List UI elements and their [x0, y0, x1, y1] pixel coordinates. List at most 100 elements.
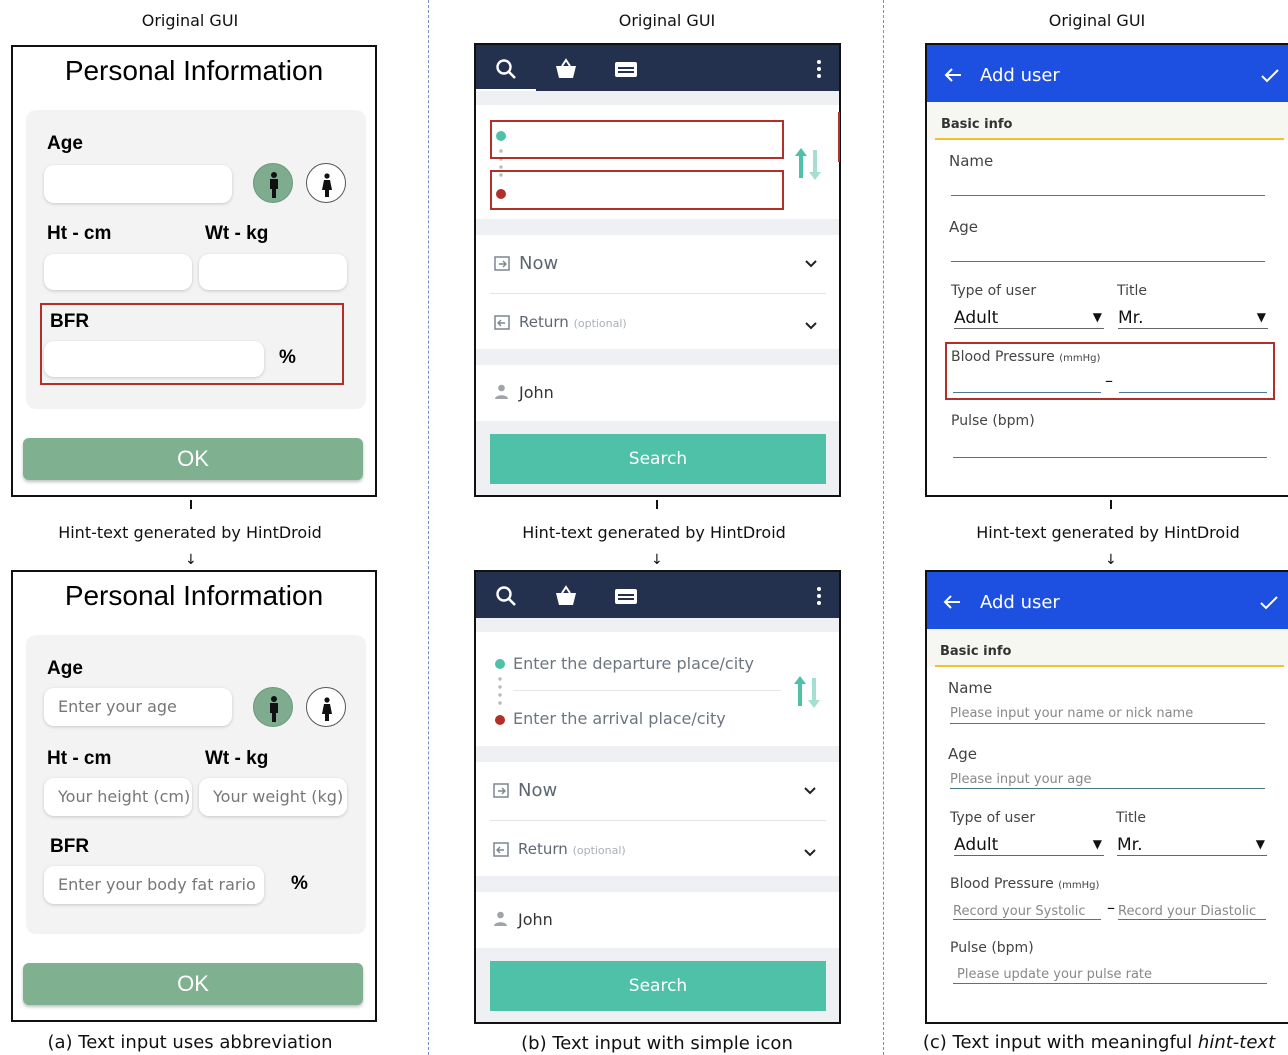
age-input[interactable] — [951, 261, 1265, 262]
diastolic-input[interactable]: Record your Diastolic — [1118, 904, 1256, 919]
bfr-input[interactable]: Enter your body fat rario — [44, 866, 264, 904]
panel-c-hinted: Add user Basic info Name Please input yo… — [925, 570, 1288, 1024]
bfr-input[interactable] — [44, 341, 264, 377]
arrival-input[interactable]: Enter the arrival place/city — [513, 709, 783, 728]
arrival-input[interactable] — [490, 170, 784, 210]
basket-icon[interactable] — [554, 58, 578, 80]
arrow-down-icon: ↓ — [1105, 552, 1117, 568]
departure-input[interactable]: Enter the departure place/city — [513, 654, 783, 673]
chevron-down-icon[interactable] — [803, 786, 817, 796]
systolic-input[interactable] — [953, 392, 1101, 393]
title-value: Mr. — [1118, 308, 1144, 328]
connector-line-c — [1110, 500, 1112, 509]
swap-icon[interactable] — [793, 146, 823, 182]
type-value: Adult — [954, 308, 999, 328]
name-input[interactable] — [951, 195, 1265, 196]
pulse-input[interactable]: Please update your pulse rate — [957, 967, 1152, 982]
male-button[interactable] — [253, 687, 293, 727]
return-label[interactable]: Return (optional) — [519, 313, 627, 331]
height-label: Ht - cm — [47, 748, 112, 769]
name-input[interactable]: Please input your name or nick name — [950, 706, 1193, 721]
age-input[interactable]: Please input your age — [950, 772, 1091, 787]
chevron-down-icon[interactable] — [803, 848, 817, 858]
panel-c-original: Add user Basic info Name Age Type of use… — [925, 43, 1288, 497]
systolic-input[interactable]: Record your Systolic — [953, 904, 1086, 919]
section-accent — [935, 665, 1284, 667]
age-underline — [950, 788, 1265, 789]
back-arrow-icon[interactable] — [943, 594, 961, 610]
weight-input[interactable] — [199, 254, 347, 290]
departure-input[interactable] — [490, 120, 784, 159]
check-icon[interactable] — [1260, 596, 1278, 610]
active-tab-indicator — [476, 89, 536, 91]
highlight-edge — [838, 112, 840, 162]
date-label[interactable]: Now — [519, 253, 558, 274]
ok-button[interactable]: OK — [23, 963, 363, 1005]
title-value: Mr. — [1117, 835, 1143, 855]
weight-label: Wt - kg — [205, 223, 269, 244]
search-button[interactable]: Search — [490, 961, 826, 1011]
caption-a: (a) Text input uses abbreviation — [47, 1032, 333, 1053]
calendar-return-icon — [493, 842, 509, 857]
title-select[interactable]: Mr. ▼ — [1118, 308, 1268, 329]
type-select[interactable]: Adult ▼ — [954, 835, 1104, 856]
type-value: Adult — [954, 835, 999, 855]
dropdown-icon: ▼ — [1256, 310, 1266, 324]
search-icon[interactable] — [494, 584, 518, 608]
male-button[interactable] — [253, 163, 293, 203]
return-text: Return — [518, 840, 568, 858]
app-bar-title: Add user — [980, 65, 1060, 86]
calendar-return-icon — [494, 315, 510, 330]
age-input[interactable] — [44, 165, 232, 203]
type-label: Type of user — [950, 810, 1036, 826]
diastolic-input[interactable] — [1119, 392, 1267, 393]
optional-text: (optional) — [572, 844, 626, 857]
app-bar: Add user — [927, 572, 1288, 629]
type-select[interactable]: Adult ▼ — [954, 308, 1104, 329]
more-vert-icon[interactable] — [816, 586, 822, 606]
basket-icon[interactable] — [554, 585, 578, 607]
height-input[interactable] — [44, 254, 192, 290]
departure-dot — [495, 659, 505, 669]
pulse-label: Pulse (bpm) — [951, 413, 1035, 429]
systolic-underline — [953, 919, 1101, 920]
arrow-down-icon: ↓ — [185, 552, 197, 568]
column-separator-2 — [883, 0, 884, 1055]
return-label[interactable]: Return (optional) — [518, 840, 626, 858]
return-text: Return — [519, 313, 569, 331]
weight-input[interactable]: Your weight (kg) — [199, 778, 347, 816]
passenger-name[interactable]: John — [518, 910, 553, 929]
back-arrow-icon[interactable] — [944, 67, 962, 83]
height-input[interactable]: Your height (cm) — [44, 778, 192, 816]
person-icon — [495, 384, 508, 399]
chevron-down-icon[interactable] — [804, 259, 818, 269]
search-icon[interactable] — [494, 57, 518, 81]
route-card — [476, 632, 839, 746]
bp-unit: (mmHg) — [1059, 353, 1101, 364]
passenger-name[interactable]: John — [519, 383, 554, 402]
check-icon[interactable] — [1261, 69, 1279, 83]
ticket-icon[interactable] — [614, 59, 638, 79]
age-input[interactable]: Enter your age — [44, 688, 232, 726]
chevron-down-icon[interactable] — [804, 321, 818, 331]
pulse-underline — [953, 983, 1267, 984]
panel-b-original: Now Return (optional) John Search — [474, 43, 841, 497]
ticket-icon[interactable] — [614, 586, 638, 606]
female-button[interactable] — [306, 163, 346, 203]
ok-button[interactable]: OK — [23, 438, 363, 480]
date-label[interactable]: Now — [518, 780, 557, 801]
bp-text: Blood Pressure — [951, 349, 1055, 365]
title-select[interactable]: Mr. ▼ — [1117, 835, 1267, 856]
dropdown-icon: ▼ — [1092, 310, 1102, 324]
swap-icon[interactable] — [792, 674, 822, 710]
title-label: Title — [1116, 810, 1147, 826]
more-vert-icon[interactable] — [816, 59, 822, 79]
optional-text: (optional) — [573, 317, 627, 330]
page-title: Personal Information — [64, 55, 324, 86]
section-header: Basic info — [940, 644, 1012, 659]
male-icon — [270, 696, 278, 722]
bp-dash: – — [1105, 371, 1113, 390]
female-button[interactable] — [306, 687, 346, 727]
pulse-input[interactable] — [953, 457, 1267, 458]
search-button[interactable]: Search — [490, 434, 826, 484]
